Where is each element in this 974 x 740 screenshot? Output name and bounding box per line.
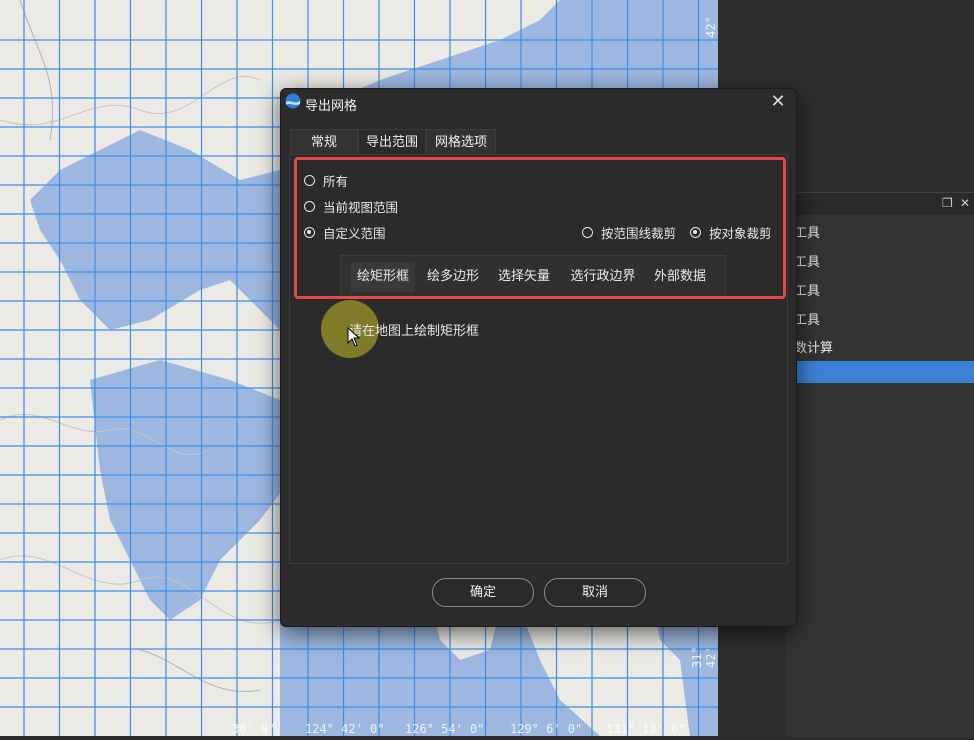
tool-panel-item[interactable]: 工具 bbox=[794, 251, 820, 270]
tool-panel-item[interactable]: 工具 bbox=[794, 280, 820, 299]
mouse-pointer-icon bbox=[347, 327, 361, 347]
cancel-button[interactable]: 取消 bbox=[544, 578, 646, 607]
tool-panel-item[interactable]: 工具 bbox=[794, 222, 820, 241]
tool-panel-selected-row[interactable] bbox=[786, 361, 974, 383]
tool-panel-item[interactable]: 数计算 bbox=[794, 337, 833, 356]
dialog-close-button[interactable]: ✕ bbox=[766, 91, 790, 113]
restore-icon[interactable]: ❐ bbox=[942, 196, 953, 210]
coord-label-lon-5: 131° 18' 0" bbox=[606, 722, 686, 736]
tab-general[interactable]: 常规 bbox=[290, 129, 358, 156]
tool-panel-item[interactable]: 工具 bbox=[794, 309, 820, 328]
tab-grid-options[interactable]: 网格选项 bbox=[426, 129, 496, 156]
tab-export-range[interactable]: 导出范围 bbox=[358, 129, 426, 156]
ok-button[interactable]: 确定 bbox=[432, 578, 534, 607]
highlight-annotation-box bbox=[294, 157, 786, 299]
export-grid-dialog: 导出网格 ✕ 常规 导出范围 网格选项 所有 当前视图范围 自定义范围 按范围线… bbox=[280, 88, 797, 627]
dialog-title: 导出网格 bbox=[305, 99, 358, 114]
coord-label-lon-4: 129° 6' 0" bbox=[510, 722, 583, 736]
draw-rectangle-hint: 请在地图上绘制矩形框 bbox=[349, 324, 480, 339]
tool-panel-header: ❐ ✕ bbox=[786, 193, 974, 215]
app-logo-icon bbox=[285, 93, 301, 109]
tool-panel: ❐ ✕ 工具 工具 工具 工具 数计算 bbox=[786, 192, 974, 737]
coord-label-lon-2: 124° 42' 0" bbox=[305, 722, 385, 736]
coord-label-lon-3: 126° 54' 0" bbox=[405, 722, 485, 736]
close-icon: ✕ bbox=[770, 91, 786, 112]
coord-label-lat-top: 42° bbox=[703, 16, 718, 38]
coord-label-lon-1: 30' 0" bbox=[232, 722, 276, 736]
close-icon[interactable]: ✕ bbox=[960, 196, 970, 210]
coord-label-lat-bottom: 31° 42' bbox=[690, 646, 718, 668]
